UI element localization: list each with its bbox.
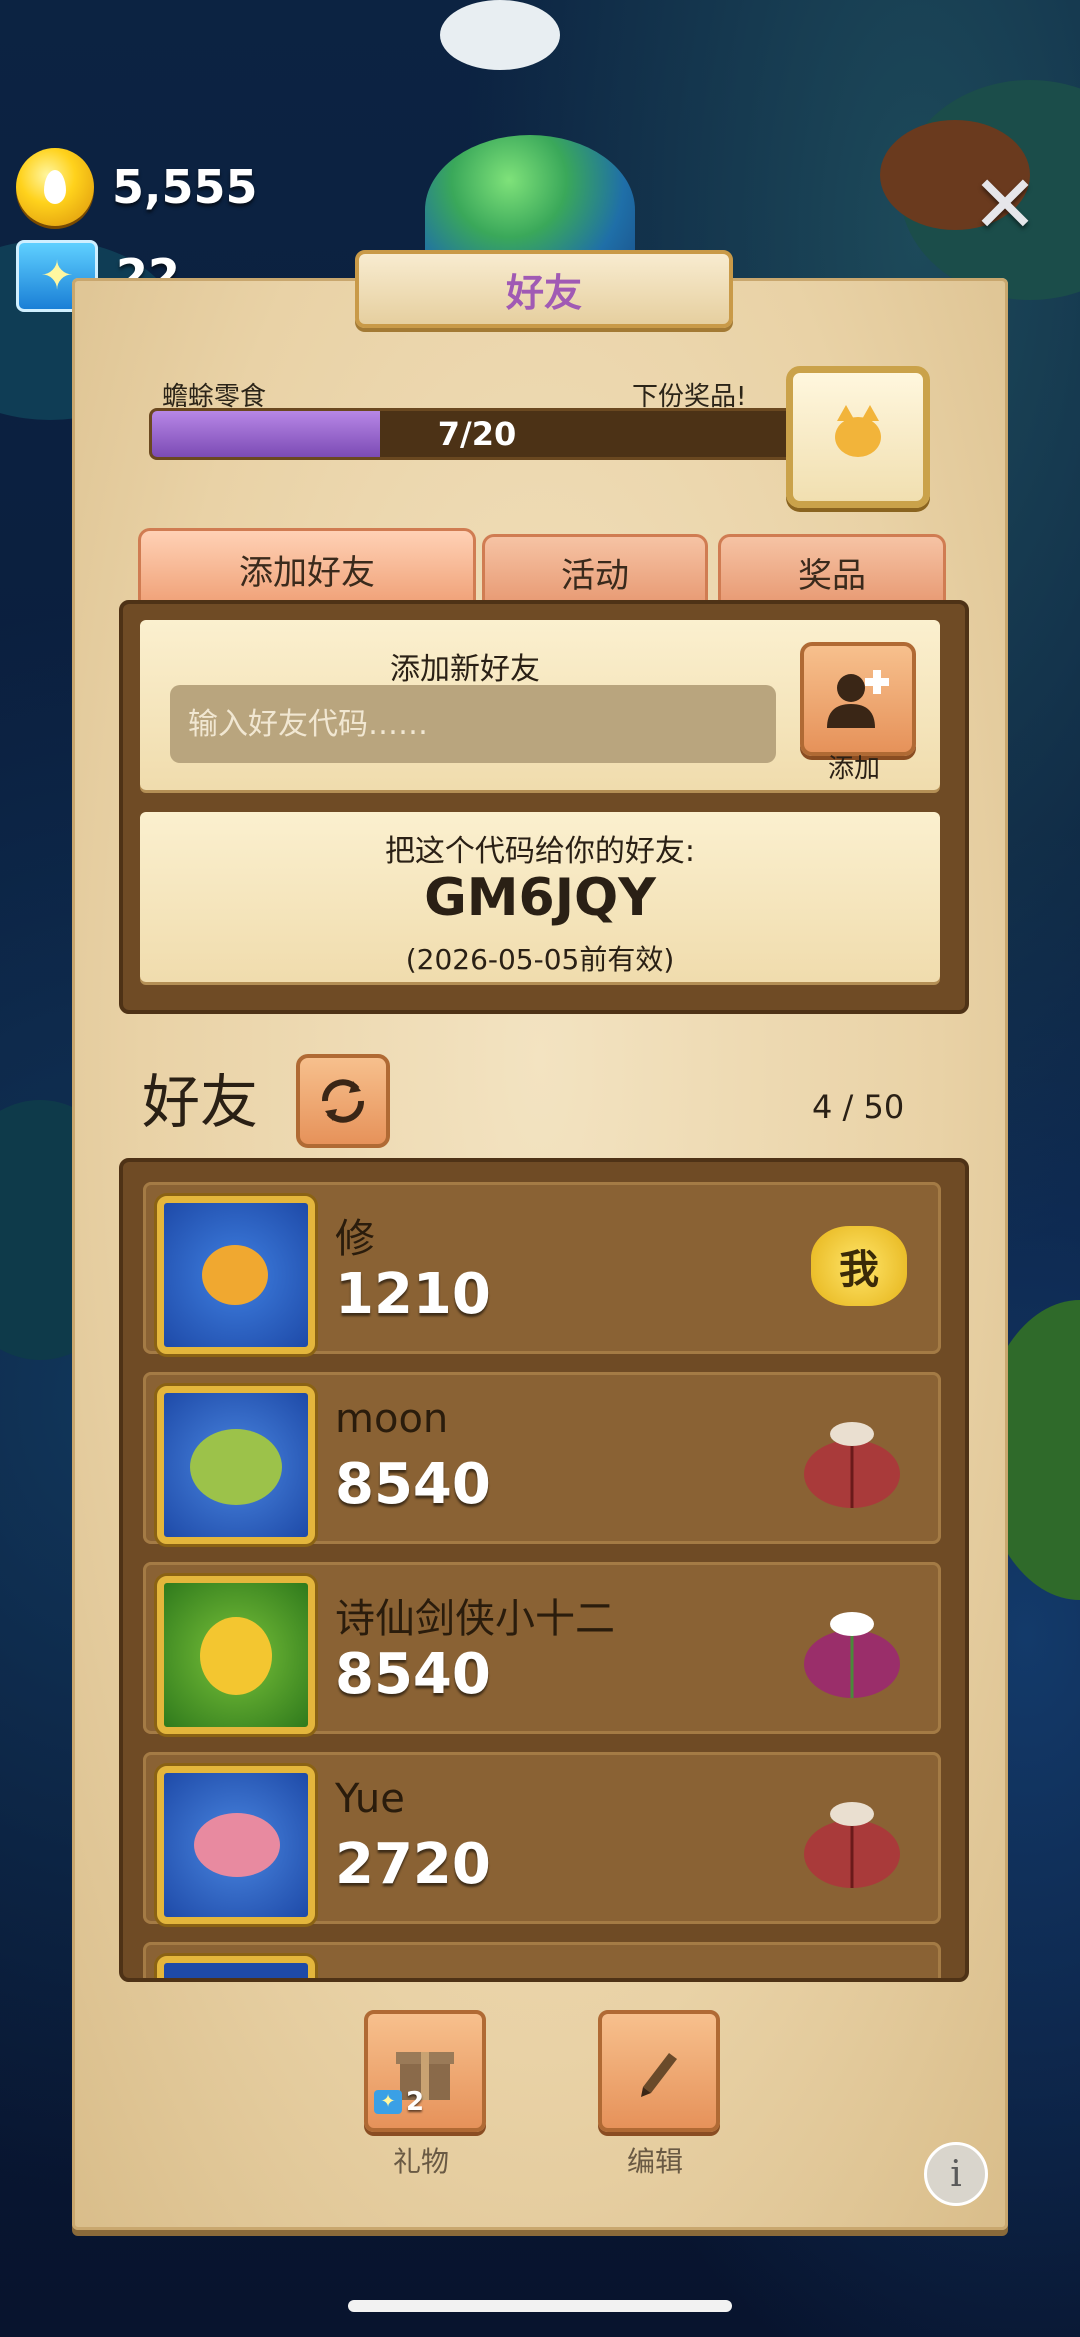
- tab-events[interactable]: 活动: [482, 534, 708, 607]
- friend-row[interactable]: Yue 2720: [143, 1752, 941, 1924]
- tab-add-friend[interactable]: 添加好友: [138, 528, 476, 607]
- friend-score: 8540: [335, 1642, 491, 1707]
- friend-score: 8540: [335, 1452, 491, 1517]
- add-user-icon: [827, 670, 889, 728]
- avatar: [157, 1956, 315, 1978]
- friend-name: 修: [335, 1216, 375, 1262]
- friend-count: 4 / 50: [812, 1088, 905, 1126]
- friend-score: 2720: [335, 1832, 491, 1897]
- friend-row[interactable]: 诗仙剑侠小十二 8540: [143, 1562, 941, 1734]
- add-friend-button[interactable]: [800, 642, 916, 756]
- avatar: [157, 1766, 315, 1924]
- coin-icon: [16, 148, 94, 226]
- friend-list[interactable]: 修 1210 我 moon 8540 诗仙剑侠小十二 8540 Yue 2720: [119, 1158, 969, 1982]
- add-button-label: 添加: [827, 754, 880, 784]
- refresh-button[interactable]: [296, 1054, 390, 1148]
- pencil-icon: [641, 2053, 677, 2097]
- butterfly-icon: ✦: [374, 2090, 402, 2114]
- tab-prizes[interactable]: 奖品: [718, 534, 946, 607]
- code-expiry: (2026-05-05前有效): [405, 943, 675, 976]
- coin-amount: 5,555: [112, 160, 258, 214]
- friend-row[interactable]: moon 8540: [143, 1372, 941, 1544]
- friend-name: 诗仙剑侠小十二: [335, 1596, 615, 1642]
- refresh-icon: [322, 1079, 364, 1123]
- me-badge: 我: [811, 1226, 907, 1306]
- avatar: [157, 1196, 315, 1354]
- friends-heading: 好友: [142, 1068, 259, 1136]
- friend-score: 1210: [335, 1262, 491, 1327]
- share-code-card: 把这个代码给你的好友: GM6JQY (2026-05-05前有效): [140, 812, 940, 982]
- gift-label: 礼物: [392, 2145, 449, 2178]
- home-indicator[interactable]: [348, 2300, 732, 2312]
- gift-count: 2: [406, 2087, 425, 2117]
- friend-name: Yue: [335, 1776, 405, 1822]
- gift-bag-icon[interactable]: [797, 1792, 907, 1892]
- info-button[interactable]: i: [924, 2142, 988, 2206]
- panel-title: 好友: [505, 270, 582, 315]
- progress-value: 7/20: [437, 415, 517, 453]
- next-reward-box[interactable]: [786, 366, 930, 508]
- friend-name: moon: [335, 1396, 449, 1442]
- reward-cat-icon: [835, 405, 881, 457]
- close-button[interactable]: ✕: [970, 165, 1040, 245]
- moth-decoration: [440, 0, 560, 70]
- avatar: [157, 1576, 315, 1734]
- friend-row-partial[interactable]: [143, 1942, 941, 1978]
- gift-count-badge: ✦ 2: [374, 2086, 444, 2118]
- edit-button[interactable]: [598, 2010, 720, 2132]
- gift-bag-icon[interactable]: [797, 1412, 907, 1512]
- friend-row[interactable]: 修 1210 我: [143, 1182, 941, 1354]
- add-friend-title: 添加新好友: [390, 652, 540, 687]
- reward-progress-bar: 7/20: [149, 408, 805, 460]
- friend-code-input[interactable]: [170, 685, 776, 763]
- coin-counter: 5,555: [16, 148, 258, 226]
- avatar: [157, 1386, 315, 1544]
- gift-bag-icon[interactable]: [797, 1602, 907, 1702]
- share-code-title: 把这个代码给你的好友:: [384, 834, 696, 869]
- edit-label: 编辑: [626, 2145, 683, 2178]
- my-friend-code: GM6JQY: [424, 868, 656, 928]
- panel-title-ribbon: 好友: [355, 250, 733, 328]
